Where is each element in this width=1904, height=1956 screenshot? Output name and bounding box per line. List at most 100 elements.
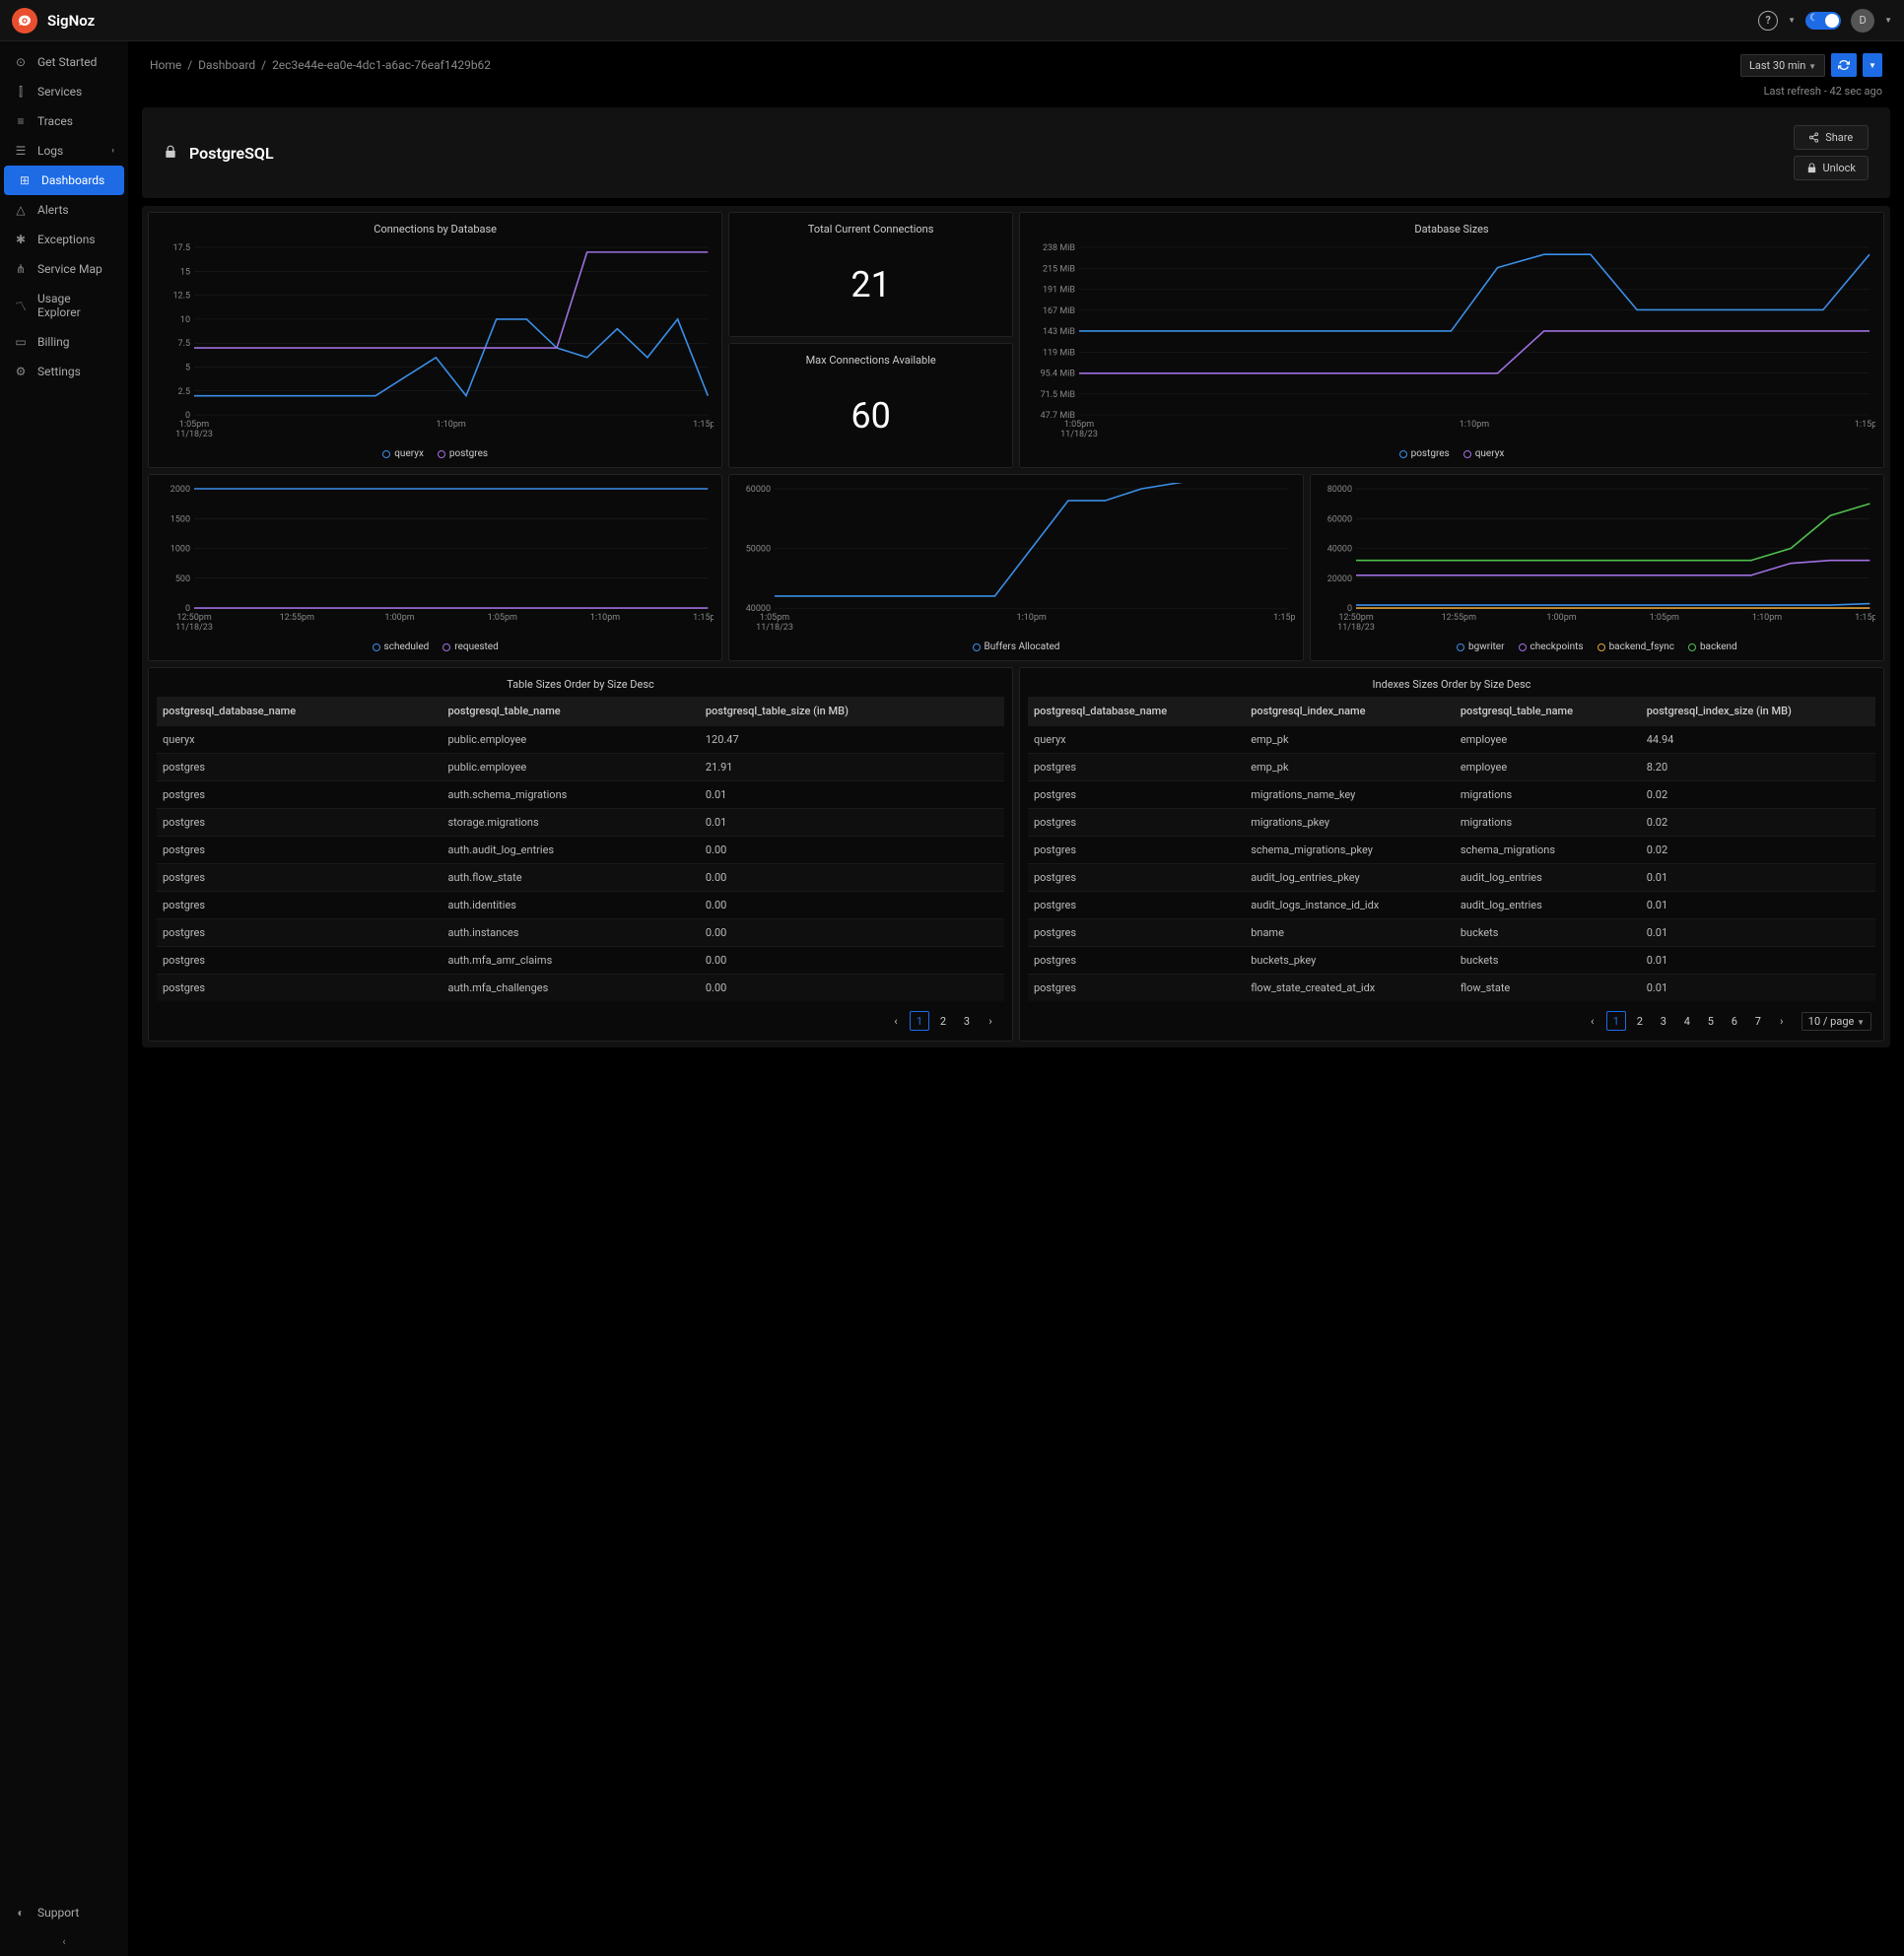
stat-value: 21 — [737, 241, 1004, 328]
column-header[interactable]: postgresql_database_name — [157, 697, 442, 726]
sidebar-item-settings[interactable]: ⚙Settings — [0, 357, 128, 386]
svg-text:1:15pm: 1:15pm — [1855, 613, 1875, 623]
sidebar-item-billing[interactable]: ▭Billing — [0, 327, 128, 357]
sidebar-collapse[interactable]: ‹ — [0, 1927, 128, 1956]
svg-text:12:55pm: 12:55pm — [1441, 613, 1475, 623]
legend-item[interactable]: Buffers Allocated — [973, 641, 1060, 652]
crumb-dashboard[interactable]: Dashboard — [198, 58, 255, 72]
table-row: postgresbuckets_pkeybuckets0.01 — [1028, 947, 1875, 975]
page-number[interactable]: 7 — [1748, 1011, 1768, 1031]
page-prev[interactable]: ‹ — [1583, 1011, 1602, 1031]
legend-item[interactable]: queryx — [1463, 448, 1505, 459]
svg-text:1:10pm: 1:10pm — [1017, 613, 1047, 623]
last-refresh-text: Last refresh - 42 sec ago — [128, 81, 1904, 107]
sidebar-item-support[interactable]: ◐ Support — [0, 1898, 128, 1927]
page-number[interactable]: 2 — [933, 1011, 953, 1031]
column-header[interactable]: postgresql_table_name — [442, 697, 700, 726]
sidebar-item-logs[interactable]: ☰Logs› — [0, 136, 128, 166]
page-number[interactable]: 6 — [1725, 1011, 1744, 1031]
page-number[interactable]: 2 — [1630, 1011, 1650, 1031]
page-number[interactable]: 1 — [1606, 1011, 1626, 1031]
list-icon: ≡ — [14, 114, 28, 128]
sidebar-item-dashboards[interactable]: ⊞Dashboards — [4, 166, 124, 195]
sidebar-item-label: Services — [37, 85, 82, 99]
svg-text:7.5: 7.5 — [178, 339, 191, 349]
page-next[interactable]: › — [1772, 1011, 1792, 1031]
table-row: postgresbnamebuckets0.01 — [1028, 919, 1875, 947]
panel-buffers: 4000050000600001:05pm1:10pm1:15pm11/18/2… — [728, 474, 1303, 661]
panel-title: Indexes Sizes Order by Size Desc — [1028, 676, 1875, 697]
sidebar-item-label: Usage Explorer — [37, 292, 114, 319]
page-number[interactable]: 1 — [910, 1011, 929, 1031]
svg-text:1:15pm: 1:15pm — [1273, 613, 1294, 623]
page-number[interactable]: 4 — [1677, 1011, 1697, 1031]
column-header[interactable]: postgresql_table_name — [1455, 697, 1641, 726]
svg-text:17.5: 17.5 — [172, 243, 190, 253]
column-header[interactable]: postgresql_index_size (in MB) — [1641, 697, 1875, 726]
table-row: postgresmigrations_pkeymigrations0.02 — [1028, 809, 1875, 837]
pagination: ‹123› — [157, 1001, 1004, 1033]
line-chart-icon: 〽 — [14, 299, 28, 312]
sidebar-item-label: Traces — [37, 114, 73, 128]
user-dropdown[interactable]: ▼ — [1884, 16, 1892, 25]
panel-index-sizes: Indexes Sizes Order by Size Desc postgre… — [1019, 667, 1884, 1042]
column-header[interactable]: postgresql_database_name — [1028, 697, 1245, 726]
page-number[interactable]: 3 — [957, 1011, 977, 1031]
sidebar-item-label: Exceptions — [37, 233, 96, 246]
panel-scheduled: 050010001500200012:50pm12:55pm1:00pm1:05… — [148, 474, 722, 661]
sidebar-item-services[interactable]: ⫿ Services — [0, 77, 128, 106]
index-sizes-table: postgresql_database_namepostgresql_index… — [1028, 697, 1875, 1001]
column-header[interactable]: postgresql_index_name — [1245, 697, 1455, 726]
panel-title: Total Current Connections — [737, 221, 1004, 241]
column-header[interactable]: postgresql_table_size (in MB) — [700, 697, 1004, 726]
panel-connections: Connections by Database 02.557.51012.515… — [148, 212, 722, 468]
refresh-button[interactable] — [1831, 53, 1857, 77]
page-number[interactable]: 5 — [1701, 1011, 1721, 1031]
help-button[interactable]: ? — [1758, 11, 1778, 31]
table-row: queryxemp_pkemployee44.94 — [1028, 726, 1875, 754]
svg-text:1000: 1000 — [170, 545, 190, 555]
help-dropdown[interactable]: ▼ — [1788, 16, 1796, 25]
time-range-picker[interactable]: Last 30 min ▼ — [1740, 54, 1825, 77]
legend-item[interactable]: postgres — [438, 448, 488, 459]
sidebar-item-get-started[interactable]: ⊙Get Started — [0, 47, 128, 77]
align-left-icon: ☰ — [14, 144, 28, 158]
legend-item[interactable]: checkpoints — [1519, 641, 1584, 652]
legend-item[interactable]: requested — [442, 641, 498, 652]
sidebar-item-usage-explorer[interactable]: 〽 Usage Explorer — [0, 284, 128, 327]
brand-name: SigNoz — [47, 12, 95, 30]
svg-text:5: 5 — [185, 363, 190, 372]
share-button[interactable]: Share — [1794, 125, 1870, 150]
sidebar-item-exceptions[interactable]: ✱Exceptions — [0, 225, 128, 254]
legend-item[interactable]: bgwriter — [1457, 641, 1505, 652]
legend-item[interactable]: postgres — [1399, 448, 1450, 459]
legend-item[interactable]: queryx — [382, 448, 424, 459]
svg-text:1:05pm: 1:05pm — [1064, 420, 1094, 430]
panel-title: Table Sizes Order by Size Desc — [157, 676, 1004, 697]
page-next[interactable]: › — [981, 1011, 1000, 1031]
svg-text:12.5: 12.5 — [172, 292, 190, 302]
crumb-home[interactable]: Home — [150, 58, 181, 72]
stat-value: 60 — [737, 372, 1004, 459]
panel-title: Max Connections Available — [737, 352, 1004, 372]
panel-title: Connections by Database — [157, 221, 714, 241]
legend-item[interactable]: scheduled — [373, 641, 430, 652]
sidebar: ⊙Get Started ⫿ Services ≡ Traces ☰Logs›⊞Dashb… — [0, 41, 128, 1956]
support-icon: ◐ — [14, 1906, 28, 1920]
pagination: ‹1234567› 10 / page ▼ — [1028, 1001, 1875, 1033]
svg-text:1:00pm: 1:00pm — [1546, 613, 1576, 623]
theme-toggle[interactable] — [1805, 12, 1841, 30]
bar-chart-icon: ⫿ — [14, 85, 28, 99]
unlock-button[interactable]: Unlock — [1794, 156, 1870, 180]
refresh-interval-dropdown[interactable]: ▼ — [1863, 53, 1882, 77]
page-size-select[interactable]: 10 / page ▼ — [1802, 1012, 1871, 1031]
page-prev[interactable]: ‹ — [886, 1011, 906, 1031]
page-number[interactable]: 3 — [1654, 1011, 1673, 1031]
legend-item[interactable]: backend_fsync — [1598, 641, 1674, 652]
sidebar-item-label: Settings — [37, 365, 81, 378]
avatar[interactable]: D — [1851, 9, 1874, 33]
legend-item[interactable]: backend — [1688, 641, 1737, 652]
sidebar-item-alerts[interactable]: △Alerts — [0, 195, 128, 225]
sidebar-item-service-map[interactable]: ⋔Service Map — [0, 254, 128, 284]
sidebar-item-traces[interactable]: ≡ Traces — [0, 106, 128, 136]
